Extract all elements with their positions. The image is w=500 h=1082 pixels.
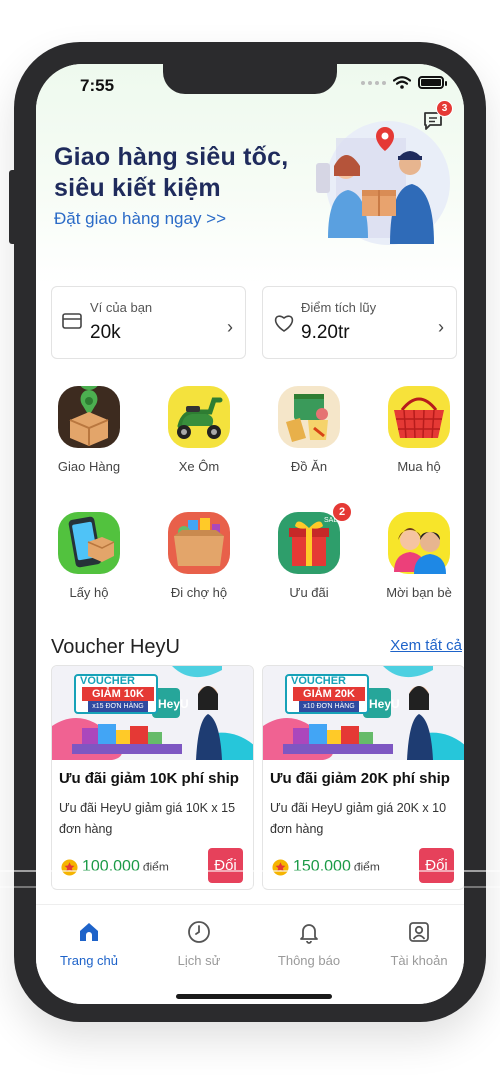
chat-badge: 3 — [436, 100, 453, 117]
voucher-banner: HeyU VOUCHER GIẢM 10K x15 ĐƠN HÀNG — [52, 666, 253, 760]
service-label: Ưu đãi — [289, 585, 329, 600]
app-screen: 7:55 3 Giao hàng siêu tốc, siêu kiết kiệ… — [36, 64, 464, 1004]
svg-text:HeyU: HeyU — [158, 697, 189, 711]
voucher-price: 150.000 điểm — [293, 858, 380, 876]
voucher-price-value: 150.000 — [293, 858, 351, 875]
service-giao-hang[interactable]: Giao Hàng — [39, 368, 139, 474]
redeem-button[interactable]: Đổi — [419, 848, 454, 883]
user-icon — [409, 922, 429, 942]
bottom-tab-bar: Trang chủ Lịch sử Thông báo Tài khoản — [36, 904, 464, 1004]
svg-text:HeyU: HeyU — [369, 697, 400, 711]
tab-history[interactable]: Lịch sử — [154, 919, 244, 968]
voucher-banner-text: VOUCHER — [291, 675, 347, 687]
service-label: Đồ Ăn — [290, 459, 328, 474]
hero-title-line2: siêu kiết kiệm — [54, 174, 221, 202]
tab-history-label: Lịch sử — [177, 953, 221, 968]
service-do-an[interactable]: Đồ Ăn — [259, 386, 359, 474]
voucher-banner: HeyU VOUCHER GIẢM 20K x10 ĐƠN HÀNG — [263, 666, 464, 760]
service-di-cho-ho[interactable]: Đi chợ hộ — [149, 512, 249, 600]
voucher-banner-orders: x10 ĐƠN HÀNG — [299, 701, 359, 712]
voucher-price-unit: điểm — [353, 860, 380, 874]
delivery-box-icon — [58, 368, 120, 448]
voucher-description: Ưu đãi HeyU giảm giá 10K x 15 đơn hàng — [59, 801, 236, 836]
service-label: Đi chợ hộ — [170, 585, 228, 600]
service-lay-ho[interactable]: Lấy hộ — [39, 512, 139, 600]
scooter-icon — [168, 386, 230, 448]
star-coin-icon — [61, 859, 78, 876]
voucher-description: Ưu đãi HeyU giảm giá 20K x 10 đơn hàng — [270, 801, 447, 836]
wallet-icon — [62, 313, 82, 329]
tab-account[interactable]: Tài khoản — [374, 919, 464, 968]
food-icon — [278, 386, 340, 448]
chevron-right-icon: › — [227, 317, 233, 337]
gift-icon: SALE 2 — [278, 502, 352, 574]
tab-notifications[interactable]: Thông báo — [264, 919, 354, 968]
voucher-banner-text: VOUCHER — [80, 675, 136, 687]
service-label: Giao Hàng — [57, 459, 121, 474]
shopping-basket-icon — [388, 386, 450, 448]
delivery-illustration — [316, 121, 450, 245]
service-label: Lấy hộ — [69, 585, 109, 600]
battery-icon — [418, 76, 447, 89]
invite-friends-icon — [388, 512, 450, 574]
points-value: 9.20tr — [301, 322, 350, 343]
grocery-box-icon — [168, 512, 230, 574]
voucher-price-unit: điểm — [142, 860, 169, 874]
tab-account-label: Tài khoản — [390, 953, 448, 968]
service-label: Xe Ôm — [178, 459, 220, 474]
voucher-card-10k[interactable]: HeyU VOUCHER GIẢM 10K x15 ĐƠN HÀNG Ưu đã… — [51, 665, 254, 890]
wallet-label: Ví của bạn — [90, 300, 153, 315]
voucher-card-20k[interactable]: HeyU VOUCHER GIẢM 20K x10 ĐƠN HÀNG Ưu đã… — [262, 665, 464, 890]
voucher-section-title: Voucher HeyU — [51, 636, 180, 658]
tab-home[interactable]: Trang chủ — [44, 919, 134, 968]
tab-home-label: Trang chủ — [59, 953, 119, 968]
service-xe-om[interactable]: Xe Ôm — [149, 386, 249, 474]
wifi-icon — [393, 76, 411, 89]
service-uu-dai[interactable]: SALE 2 Ưu đãi — [259, 502, 359, 600]
offers-badge: 2 — [332, 502, 352, 522]
notch — [163, 64, 337, 94]
voucher-title: Ưu đãi giảm 10K phí ship — [59, 770, 239, 787]
hero-title: Giao hàng siêu tốc, siêu kiết kiệm — [54, 142, 288, 204]
hero-title-line1: Giao hàng siêu tốc, — [54, 143, 289, 171]
home-icon — [80, 923, 98, 941]
service-label: Mua hộ — [397, 459, 441, 474]
status-time: 7:55 — [80, 76, 115, 95]
phone-side-button — [9, 170, 17, 244]
service-label: Mời bạn bè — [386, 585, 452, 600]
service-mua-ho[interactable]: Mua hộ — [369, 386, 464, 474]
voucher-title: Ưu đãi giảm 20K phí ship — [270, 770, 450, 787]
heart-icon — [274, 315, 294, 332]
hero-cta-link[interactable]: Đặt giao hàng ngay >> — [54, 209, 226, 229]
tab-notifications-label: Thông báo — [277, 953, 341, 968]
voucher-banner-amount: GIẢM 10K — [82, 687, 154, 701]
voucher-price-value: 100.000 — [82, 858, 140, 875]
voucher-banner-orders: x15 ĐƠN HÀNG — [88, 701, 148, 712]
star-coin-icon — [272, 859, 289, 876]
redeem-button[interactable]: Đổi — [208, 848, 243, 883]
clock-icon — [188, 921, 210, 943]
wallet-value: 20k — [90, 322, 121, 343]
voucher-price: 100.000 điểm — [82, 858, 169, 876]
home-indicator — [176, 994, 332, 999]
wallet-card[interactable]: Ví của bạn 20k › — [51, 286, 246, 359]
signal-dots-icon — [361, 80, 386, 85]
voucher-banner-amount: GIẢM 20K — [293, 687, 365, 701]
status-icons — [361, 76, 447, 89]
pickup-phone-icon — [58, 512, 120, 574]
service-moi-ban-be[interactable]: Mời bạn bè — [369, 512, 464, 600]
see-all-link[interactable]: Xem tất cả — [390, 637, 462, 654]
points-card[interactable]: Điểm tích lũy 9.20tr › — [262, 286, 457, 359]
chevron-right-icon: › — [438, 317, 444, 337]
bell-icon — [300, 924, 318, 944]
points-label: Điểm tích lũy — [301, 300, 377, 315]
